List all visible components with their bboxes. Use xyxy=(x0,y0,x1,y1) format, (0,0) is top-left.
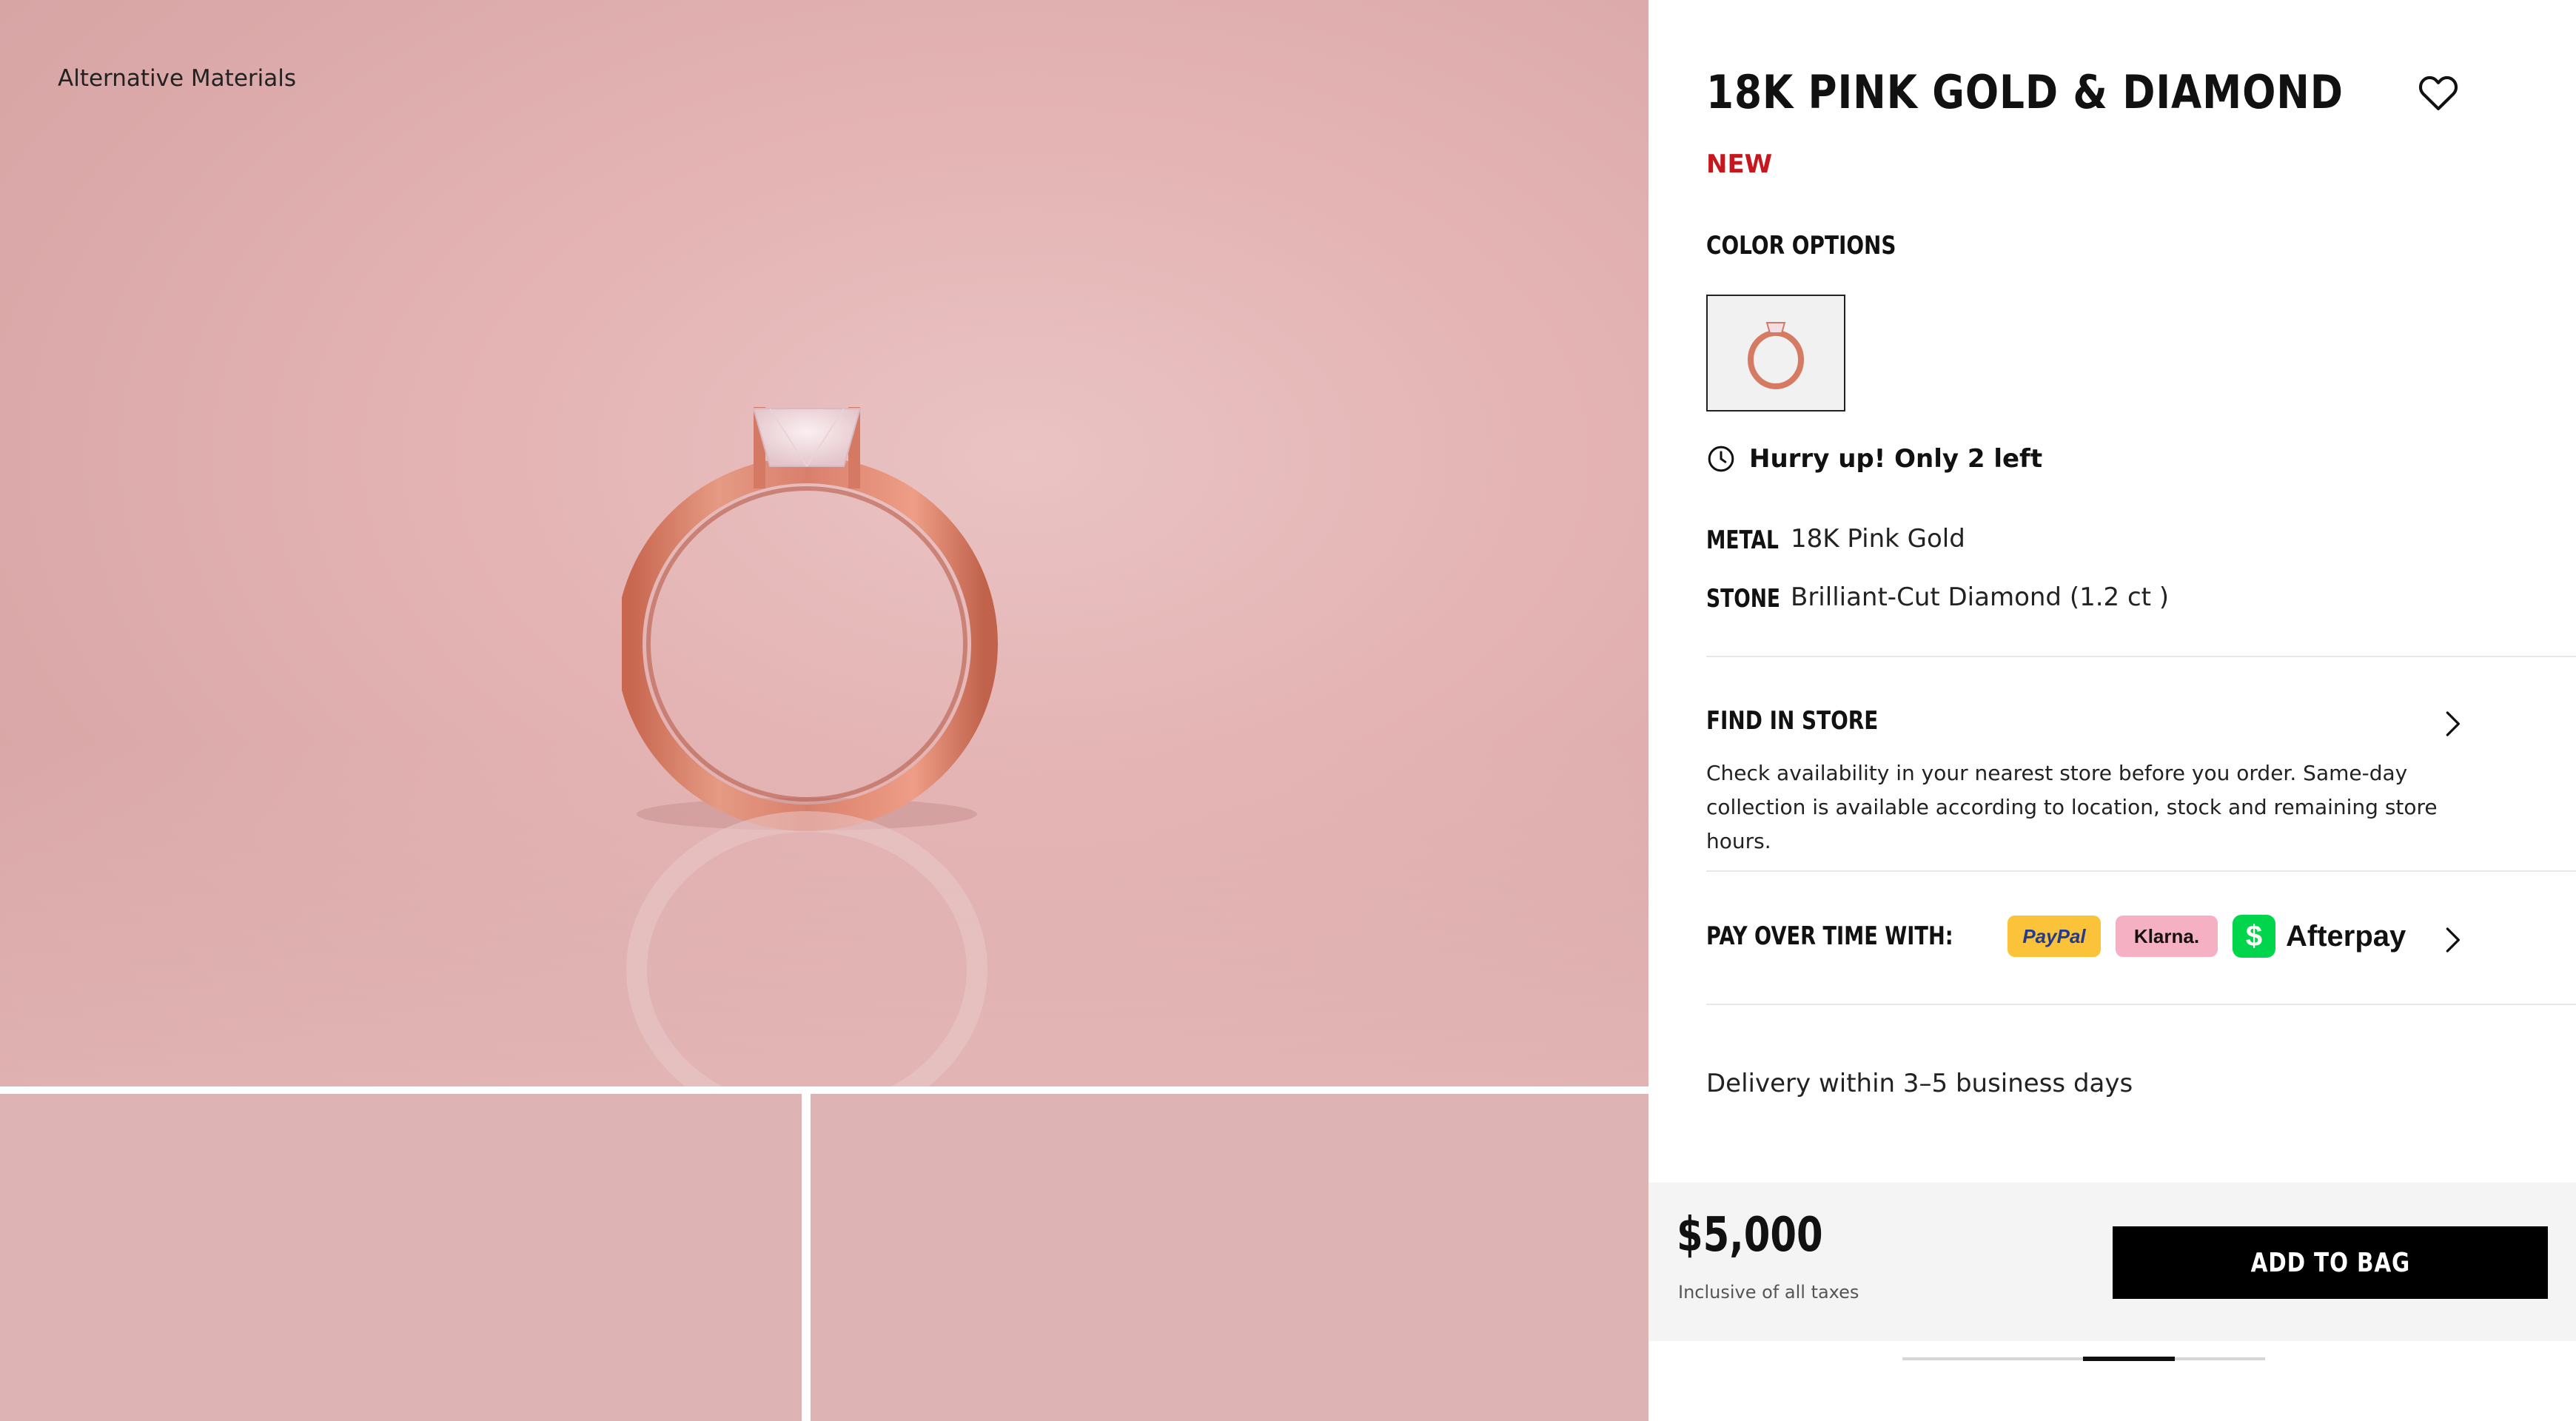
breadcrumb[interactable]: Alternative Materials xyxy=(58,65,296,92)
add-to-bag-button[interactable]: ADD TO BAG xyxy=(2113,1226,2548,1299)
stock-message: Hurry up! Only 2 left xyxy=(1749,444,2043,474)
spec-metal-value: 18K Pink Gold xyxy=(1791,524,1965,554)
spec-metal-label: METAL xyxy=(1706,525,1779,555)
ring-swatch-icon xyxy=(1748,322,1804,389)
price: $5,000 xyxy=(1677,1208,1823,1263)
ring-image xyxy=(622,407,998,1086)
delivery-info: Delivery within 3–5 business days xyxy=(1706,1069,2133,1098)
color-options-label: COLOR OPTIONS xyxy=(1706,231,1896,261)
clock-icon xyxy=(1708,446,1734,472)
pay-over-time-label: PAY OVER TIME WITH: xyxy=(1706,921,1953,951)
spec-stone-label: STONE xyxy=(1706,584,1781,614)
color-swatch-pink-gold[interactable] xyxy=(1706,295,1845,411)
checkout-bar: $5,000 Inclusive of all taxes ADD TO BAG xyxy=(1648,1183,2576,1341)
chevron-right-icon[interactable] xyxy=(2438,925,2467,955)
add-to-bag-label: ADD TO BAG xyxy=(2250,1247,2410,1278)
scroll-indicator-thumb[interactable] xyxy=(2083,1357,2175,1361)
divider xyxy=(1706,656,2576,657)
afterpay-badge: $ Afterpay xyxy=(2233,915,2406,958)
product-title: 18K PINK GOLD & DIAMOND xyxy=(1706,65,2344,119)
new-badge: NEW xyxy=(1706,150,1773,179)
gallery-thumbnail-2[interactable] xyxy=(811,1094,1648,1421)
hero-image[interactable]: Alternative Materials xyxy=(0,0,1648,1086)
divider xyxy=(1706,870,2576,872)
spec-stone-value: Brilliant-Cut Diamond (1.2 ct ) xyxy=(1791,582,2170,612)
find-in-store-description: Check availability in your nearest store… xyxy=(1706,761,2438,853)
gallery-thumbnail-1[interactable] xyxy=(0,1094,802,1421)
tax-note: Inclusive of all taxes xyxy=(1678,1282,1859,1303)
heart-icon[interactable] xyxy=(2415,70,2461,115)
pay-over-time-row[interactable]: PAY OVER TIME WITH: PayPal Klarna. $ Aft… xyxy=(1706,915,2406,958)
find-in-store-label[interactable]: FIND IN STORE xyxy=(1706,706,1878,736)
product-gallery: Alternative Materials xyxy=(0,0,1648,1421)
chevron-right-icon[interactable] xyxy=(2438,709,2467,739)
divider xyxy=(1706,1004,2576,1005)
stock-alert: Hurry up! Only 2 left xyxy=(1706,444,2042,474)
afterpay-label: Afterpay xyxy=(2286,919,2406,953)
cash-app-icon: $ xyxy=(2233,915,2275,958)
scroll-indicator[interactable] xyxy=(1902,1357,2265,1361)
klarna-badge: Klarna. xyxy=(2116,916,2218,957)
paypal-badge: PayPal xyxy=(2008,916,2101,957)
